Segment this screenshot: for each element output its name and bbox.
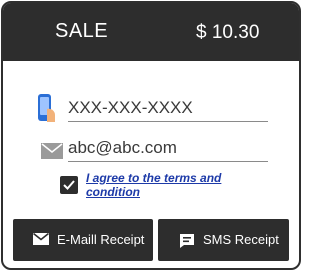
mail-icon [41,143,63,159]
email-input[interactable]: abc@abc.com [68,135,268,162]
check-icon [63,180,75,190]
email-receipt-button[interactable]: E-Maill Receipt [13,219,153,261]
phone-input[interactable]: XXX-XXX-XXXX [68,95,268,122]
message-icon [179,233,195,252]
terms-link[interactable]: I agree to the terms and condition [86,171,256,199]
sale-header: SALE $ 10.30 [3,3,299,61]
sale-amount: $ 10.30 [196,22,260,43]
email-receipt-label: E-Maill Receipt [57,232,145,247]
sms-receipt-button[interactable]: SMS Receipt [158,219,289,261]
sale-title: SALE [55,20,109,42]
terms-checkbox[interactable] [60,176,78,194]
receipt-panel: SALE $ 10.30 XXX-XXX-XXXX abc@abc.com I … [1,1,301,270]
envelope-icon [33,232,49,248]
phone-icon [37,93,57,123]
sms-receipt-label: SMS Receipt [203,232,279,247]
